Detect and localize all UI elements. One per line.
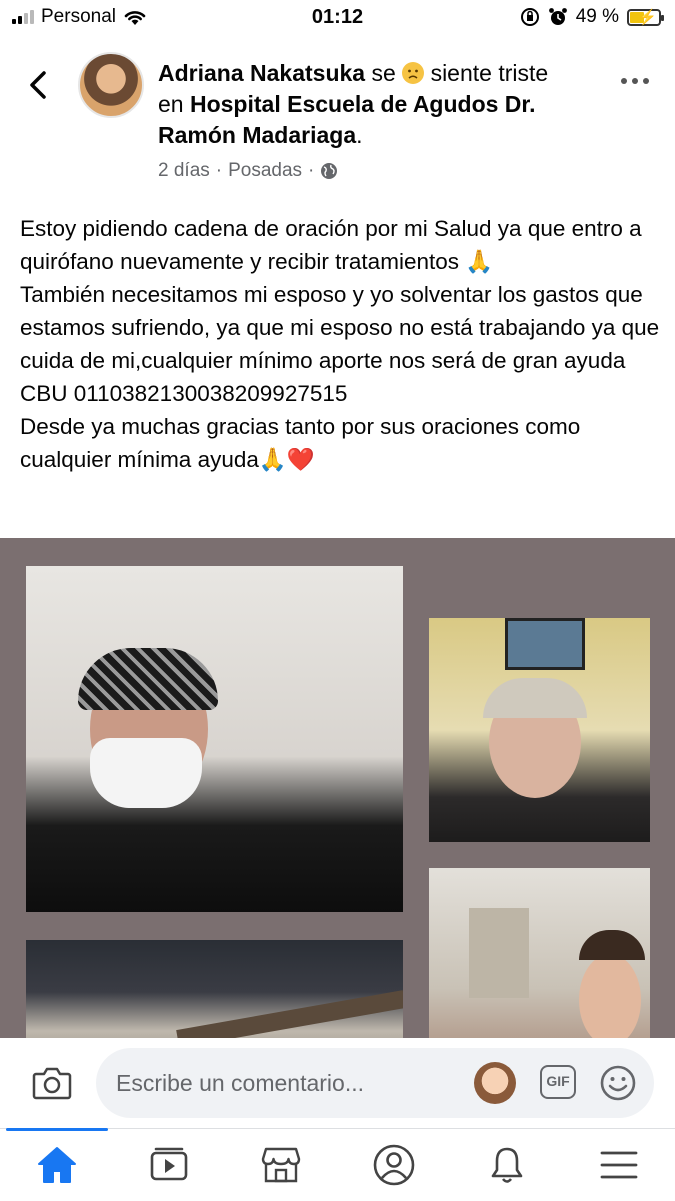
post-title: Adriana Nakatsuka se siente triste en Ho… [158, 58, 578, 151]
sad-face-icon [402, 62, 425, 84]
comment-placeholder: Escribe un comentario... [116, 1070, 365, 1096]
feeling-prefix: se [371, 60, 396, 86]
back-arrow-icon[interactable] [24, 68, 54, 102]
feeling-text: siente triste [430, 60, 549, 86]
bottom-tab-bar [0, 1128, 675, 1201]
meta-separator: · [215, 160, 223, 181]
marketplace-icon [261, 1147, 301, 1183]
watch-icon [150, 1147, 188, 1181]
tab-home[interactable] [33, 1141, 81, 1189]
status-bar: Personal 01:12 49 % ⚡ [0, 0, 675, 36]
home-icon [38, 1147, 76, 1183]
gif-button[interactable]: GIF [540, 1065, 576, 1099]
menu-icon [600, 1151, 638, 1179]
author-avatar[interactable] [78, 52, 144, 118]
photo-collage[interactable] [0, 538, 675, 1058]
tab-marketplace[interactable] [257, 1141, 305, 1189]
tab-profile[interactable] [370, 1141, 418, 1189]
battery-percent: 49 % [575, 6, 619, 27]
post-meta: 2 días · Posadas · [158, 160, 338, 182]
battery-icon: ⚡ [627, 8, 664, 26]
tab-notifications[interactable] [483, 1141, 531, 1189]
emoji-icon[interactable] [600, 1065, 636, 1101]
author-name[interactable]: Adriana Nakatsuka [158, 60, 365, 86]
meta-separator-2: · [308, 160, 315, 181]
avatar-sticker-icon[interactable] [474, 1062, 516, 1104]
tab-menu[interactable] [595, 1141, 643, 1189]
active-tab-indicator [6, 1128, 108, 1131]
location-prefix: en [158, 91, 184, 117]
notifications-icon [491, 1147, 523, 1183]
profile-icon [373, 1144, 415, 1186]
post-place[interactable]: Posadas [228, 160, 302, 182]
location-suffix: . [356, 122, 363, 148]
location-name[interactable]: Hospital Escuela de Agudos Dr. Ramón Mad… [158, 91, 536, 148]
alarm-icon [548, 8, 567, 25]
camera-icon[interactable] [32, 1066, 72, 1100]
photo-selfie-mask[interactable] [26, 566, 403, 912]
more-options-icon[interactable] [621, 78, 649, 84]
orientation-lock-icon [520, 8, 539, 26]
photo-portrait[interactable] [429, 618, 650, 842]
comment-input[interactable]: Escribe un comentario... GIF [96, 1048, 654, 1118]
post-text: Estoy pidiendo cadena de oración por mi … [20, 216, 660, 472]
globe-icon [321, 163, 338, 179]
post-time[interactable]: 2 días [158, 160, 210, 182]
comment-bar: Escribe un comentario... GIF [0, 1038, 675, 1128]
tab-watch[interactable] [145, 1141, 193, 1189]
post-header: Adriana Nakatsuka se siente triste en Ho… [0, 44, 675, 194]
photo-hospital-room[interactable] [429, 868, 650, 1058]
